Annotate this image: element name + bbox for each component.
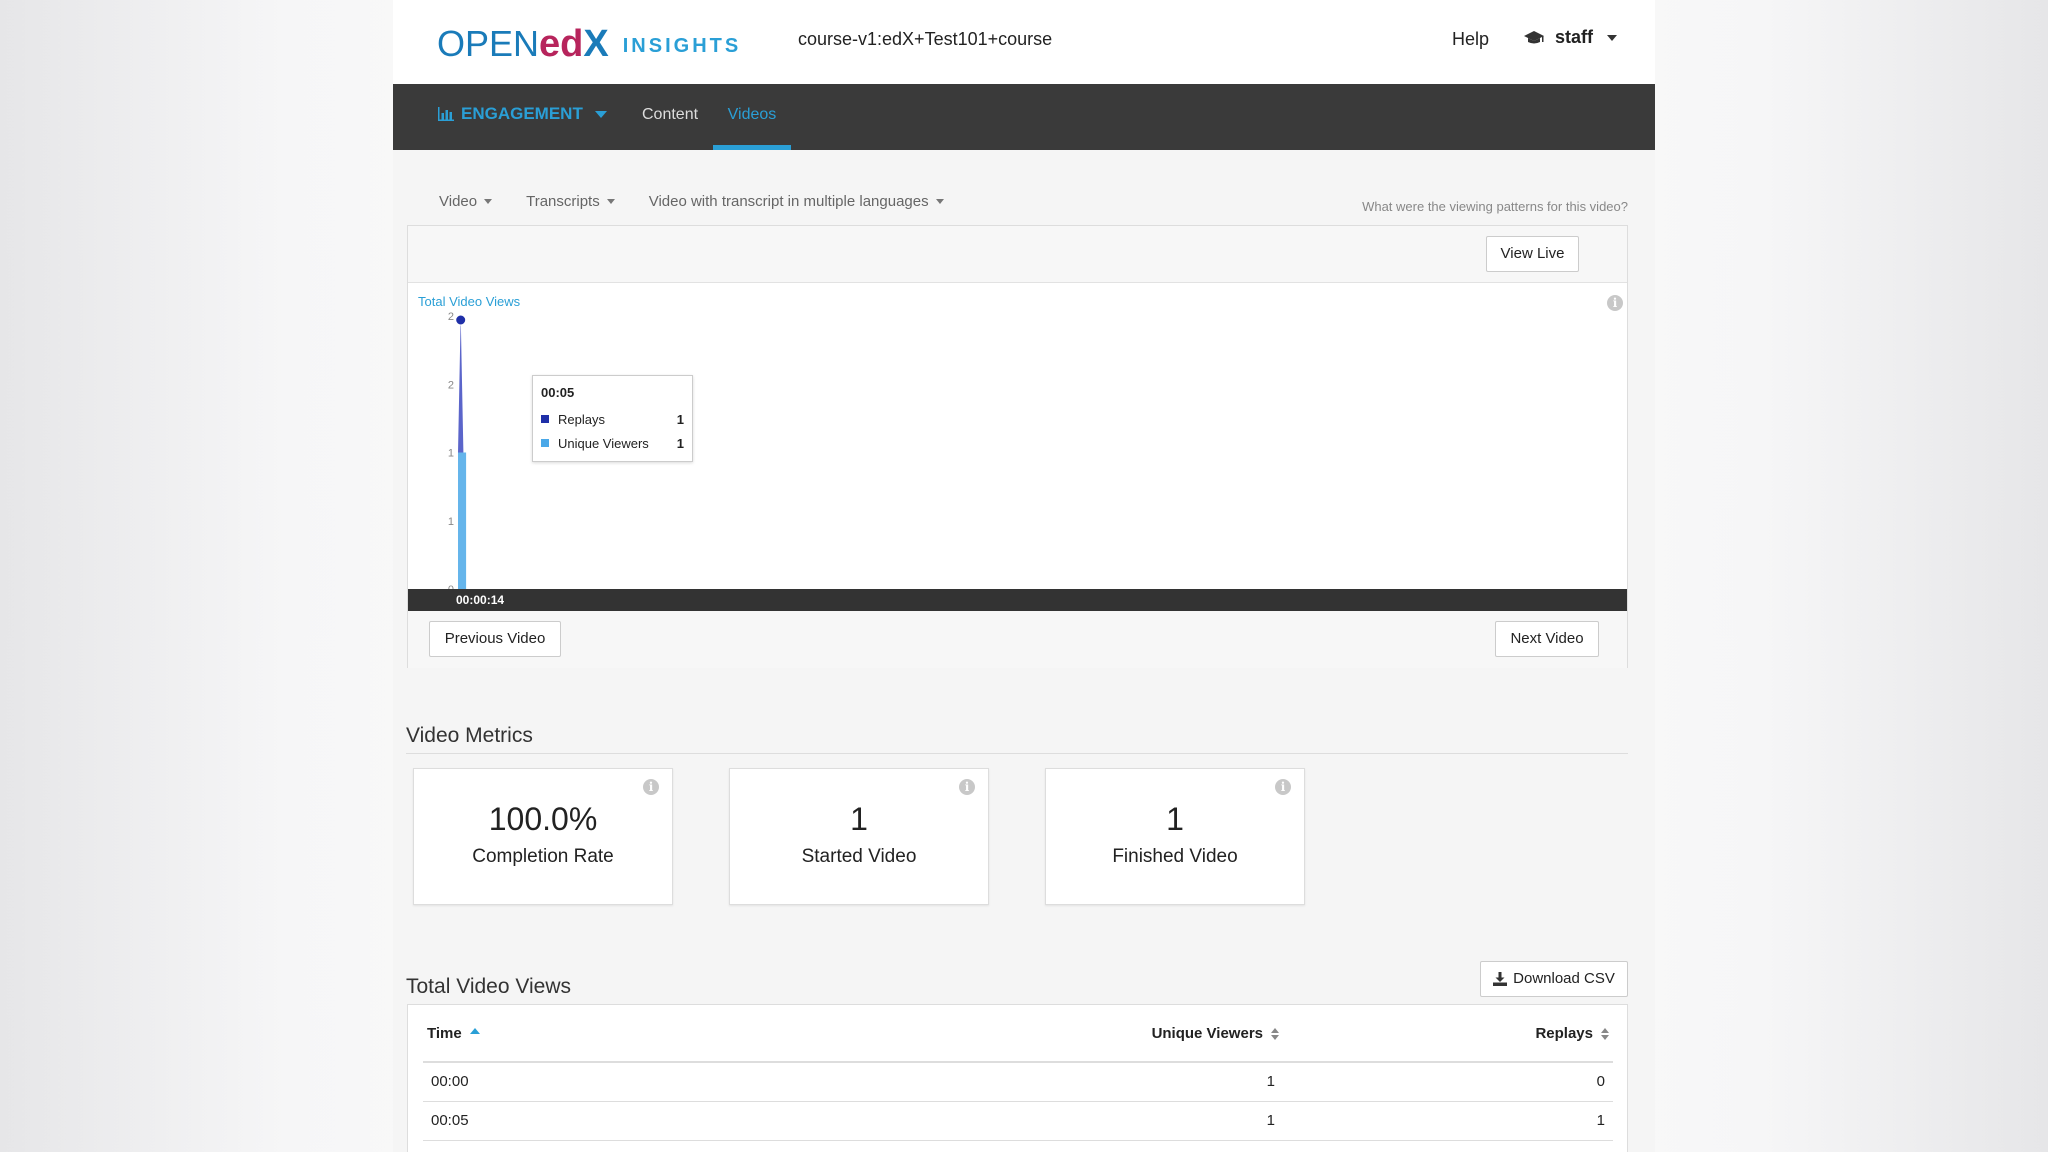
tooltip-row: Unique Viewers 1 [541, 431, 684, 455]
metric-label: Started Video [801, 846, 917, 867]
filter-video[interactable]: Video [439, 193, 493, 210]
divider [406, 753, 1628, 754]
graduation-cap-icon [1524, 30, 1544, 43]
download-csv-label: Download CSV [1513, 970, 1615, 987]
cell-replays: 1 [1283, 1101, 1613, 1141]
cell-replays: 0 [1283, 1062, 1613, 1102]
legend-swatch-replays [541, 415, 549, 423]
logo-insights: INSIGHTS [622, 35, 742, 57]
table-header-row: Time Unique Viewers Replays [423, 1005, 1613, 1063]
metric-value: 1 [1166, 801, 1184, 837]
view-live-button[interactable]: View Live [1486, 236, 1579, 272]
cell-time: 00:00 [423, 1062, 983, 1102]
table-title: Total Video Views [406, 975, 571, 998]
chevron-down-icon [594, 110, 607, 118]
course-id: course-v1:edX+Test101+course [798, 29, 1053, 49]
section-question: What were the viewing patterns for this … [1362, 199, 1628, 214]
tooltip-label: Unique Viewers [558, 435, 649, 451]
timeline-label: 00:00:14 [456, 593, 505, 607]
openedx-insights-logo[interactable]: OPEN ed X INSIGHTS [437, 20, 742, 65]
chart-tooltip: 00:05 Replays 1 Unique Viewers 1 [532, 375, 693, 462]
series-area-unique-viewers[interactable] [458, 452, 467, 590]
video-filter-breadcrumb: Video Transcripts Video with transcript … [439, 193, 978, 210]
previous-video-button[interactable]: Previous Video [429, 621, 561, 657]
top-header: OPEN ed X INSIGHTS course-v1:edX+Test101+c… [393, 0, 1655, 84]
cell-unique-viewers: 1 [983, 1062, 1283, 1102]
tab-content[interactable]: Content [642, 106, 698, 124]
chart-panel-header: View Live [408, 226, 1627, 283]
filter-transcripts[interactable]: Transcripts [526, 193, 615, 210]
filter-transcripts-label: Transcripts [526, 193, 600, 210]
legend-swatch-unique-viewers [541, 439, 549, 447]
y-tick-label: 2 [448, 311, 454, 323]
cell-time: 00:05 [423, 1101, 983, 1141]
video-views-table: Time Unique Viewers Replays 00:00 1 0 00… [407, 1004, 1628, 1152]
tooltip-title: 00:05 [541, 385, 575, 400]
y-tick-label: 1 [448, 448, 454, 460]
chart-panel-footer: Previous Video Next Video [408, 611, 1627, 668]
sort-icon [1271, 1027, 1279, 1040]
cell-unique-viewers: 1 [983, 1101, 1283, 1141]
nav-engagement-label: ENGAGEMENT [461, 104, 583, 123]
chevron-down-icon [606, 199, 615, 204]
logo-ed: ed [539, 23, 584, 65]
info-icon[interactable]: i [1275, 779, 1291, 795]
metric-card-finished-video: i 1 Finished Video [1045, 768, 1305, 905]
tooltip-value: 1 [676, 435, 684, 451]
filter-video-title-label: Video with transcript in multiple langua… [648, 193, 929, 210]
nav-engagement-dropdown[interactable]: ENGAGEMENT [437, 104, 607, 124]
sort-ascending-icon [469, 1027, 480, 1034]
chevron-down-icon [484, 199, 493, 204]
video-chart-panel: View Live Total Video Views i 01122 00:0… [407, 225, 1628, 668]
tooltip-label: Replays [558, 411, 605, 427]
hover-point-marker [455, 314, 467, 326]
metric-card-started-video: i 1 Started Video [729, 768, 989, 905]
sort-icon [1601, 1027, 1609, 1040]
main-nav: ENGAGEMENT Content Videos [393, 84, 1655, 150]
filter-video-label: Video [439, 193, 478, 210]
tooltip-value: 1 [676, 411, 684, 427]
tooltip-row: Replays 1 [541, 407, 684, 431]
user-menu[interactable]: staff [1523, 27, 1618, 48]
y-tick-label: 2 [448, 379, 454, 391]
info-icon[interactable]: i [643, 779, 659, 795]
table-row: 00:00 1 0 [423, 1062, 1613, 1102]
metric-label: Finished Video [1112, 846, 1238, 867]
video-timeline[interactable]: 00:00:14 [408, 589, 1627, 611]
series-area-replays[interactable] [458, 316, 467, 453]
column-header-replays[interactable]: Replays [1283, 1005, 1613, 1063]
column-header-label: Replays [1535, 1024, 1593, 1042]
download-csv-button[interactable]: Download CSV [1480, 961, 1628, 997]
next-video-button[interactable]: Next Video [1495, 621, 1599, 657]
column-header-unique-viewers[interactable]: Unique Viewers [983, 1005, 1283, 1063]
y-tick-label: 1 [448, 516, 454, 528]
tab-videos[interactable]: Videos [713, 84, 791, 150]
logo-x: X [583, 23, 609, 65]
metric-value: 1 [850, 801, 868, 837]
info-icon[interactable]: i [959, 779, 975, 795]
column-header-label: Unique Viewers [1151, 1024, 1263, 1042]
filter-video-title[interactable]: Video with transcript in multiple langua… [649, 193, 944, 210]
metric-card-completion-rate: i 100.0% Completion Rate [413, 768, 673, 905]
bar-chart-icon [438, 107, 454, 121]
table-row: 00:05 1 1 [423, 1101, 1613, 1141]
logo-open: OPEN [437, 23, 540, 64]
chevron-down-icon [935, 199, 944, 204]
download-icon [1493, 972, 1508, 986]
column-header-label: Time [427, 1024, 462, 1042]
metric-label: Completion Rate [472, 846, 614, 867]
video-metrics-title: Video Metrics [406, 724, 533, 747]
column-header-time[interactable]: Time [423, 1005, 983, 1063]
user-name: staff [1555, 27, 1594, 47]
help-link[interactable]: Help [1452, 29, 1489, 50]
metric-value: 100.0% [488, 801, 598, 837]
page: OPEN ed X INSIGHTS course-v1:edX+Test101+c… [393, 0, 1655, 1152]
data-table: Time Unique Viewers Replays 00:00 1 0 00… [423, 1005, 1613, 1141]
chevron-down-icon [1607, 34, 1618, 41]
